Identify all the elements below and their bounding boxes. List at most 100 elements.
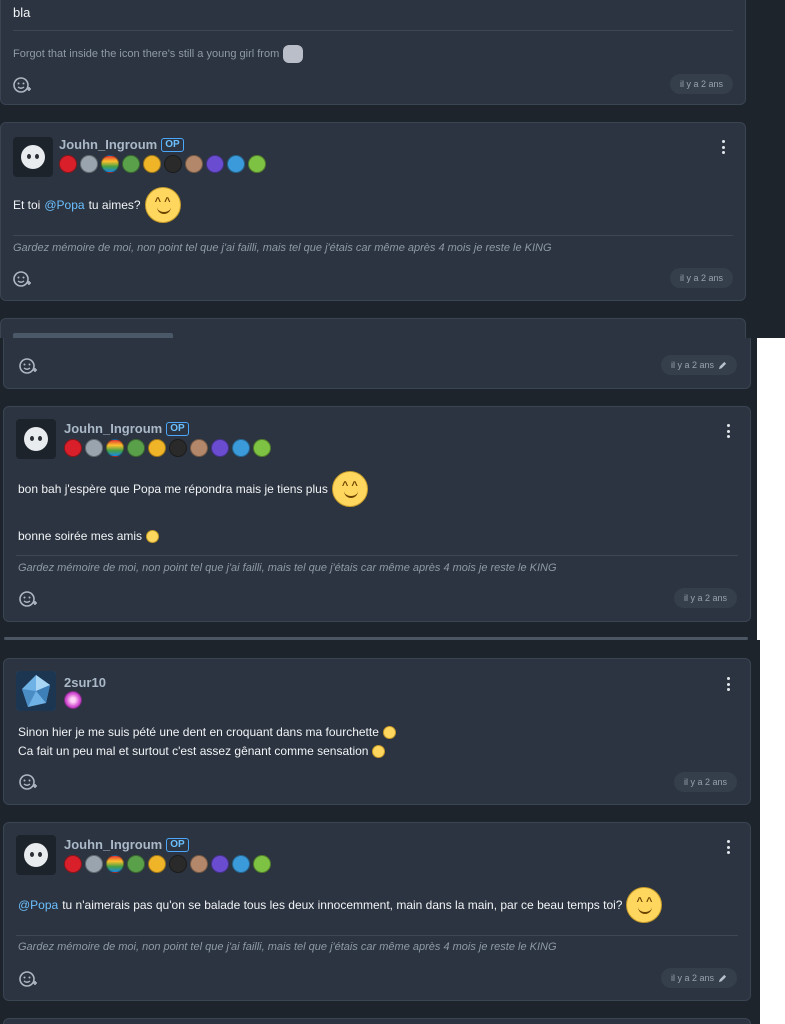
badge-icon[interactable]: [143, 155, 161, 173]
signature-text: Forgot that inside the icon there's stil…: [13, 48, 280, 60]
badge-icon[interactable]: [64, 691, 82, 709]
emoji-add-icon[interactable]: [18, 969, 38, 989]
post-text: tu aimes?: [88, 198, 141, 212]
kebab-menu-icon[interactable]: [719, 139, 727, 155]
badge-icon[interactable]: [190, 439, 208, 457]
avatar[interactable]: [16, 671, 56, 711]
date-text: il y a 2 ans: [683, 777, 727, 787]
signature-divider: [13, 235, 733, 236]
badge-icon[interactable]: [106, 855, 124, 873]
forum-post: [0, 318, 746, 338]
signature-divider: [16, 555, 738, 556]
post-text: bon bah j'espère que Popa me répondra ma…: [18, 482, 328, 496]
user-mention[interactable]: @Popa: [44, 198, 84, 212]
post-author[interactable]: 2sur10: [64, 675, 106, 690]
badge-icon[interactable]: [148, 855, 166, 873]
username: Jouhn_Ingroum: [64, 421, 163, 436]
badge-icon[interactable]: [148, 439, 166, 457]
post-text: Ca fait un peu mal et surtout c'est asse…: [18, 744, 369, 758]
avatar[interactable]: [13, 137, 53, 177]
emoji-add-icon[interactable]: [12, 75, 32, 95]
badge-icon[interactable]: [211, 855, 229, 873]
badge-icon[interactable]: [106, 439, 124, 457]
badge-icon[interactable]: [101, 155, 119, 173]
post-text: Sinon hier je me suis pété une dent en c…: [18, 725, 379, 739]
post-body: Et toi @Popa tu aimes?: [13, 187, 181, 223]
ghost-avatar-icon: [21, 145, 45, 169]
badge-icon[interactable]: [185, 155, 203, 173]
badge-icon[interactable]: [64, 439, 82, 457]
op-badge: OP: [166, 837, 189, 852]
forum-post: bla Forgot that inside the icon there's …: [0, 0, 746, 105]
date-text: il y a 2 ans: [679, 79, 723, 89]
crystal-avatar-icon: [16, 671, 56, 711]
post-body: @Popa tu n'aimerais pas qu'on se balade …: [18, 887, 663, 923]
ghost-avatar-icon: [24, 843, 48, 867]
smile-emoji-icon: [146, 529, 160, 543]
ghost-avatar-icon: [24, 427, 48, 451]
kebab-menu-icon[interactable]: [724, 839, 732, 855]
post-date: il y a 2 ans: [660, 355, 737, 375]
post-text: Et toi: [13, 198, 41, 212]
post-author[interactable]: Jouhn_Ingroum OP: [64, 421, 189, 436]
post-author[interactable]: Jouhn_Ingroum OP: [64, 837, 189, 852]
badge-list: [64, 691, 82, 709]
badge-icon[interactable]: [122, 155, 140, 173]
badge-icon[interactable]: [169, 439, 187, 457]
post-author[interactable]: Jouhn_Ingroum OP: [59, 137, 184, 152]
post-date: il y a 2 ans: [660, 968, 737, 988]
date-text: il y a 2 ans: [670, 973, 714, 983]
post-signature: Gardez mémoire de moi, non point tel que…: [18, 941, 557, 953]
badge-list: [64, 855, 271, 873]
smile-sticker-icon: [626, 887, 663, 923]
badge-icon[interactable]: [127, 855, 145, 873]
badge-icon[interactable]: [169, 855, 187, 873]
post-date: il y a 2 ans: [669, 74, 733, 94]
badge-icon[interactable]: [227, 155, 245, 173]
badge-icon[interactable]: [190, 855, 208, 873]
post-body-line: bonne soirée mes amis: [18, 529, 160, 543]
forum-post: Jouhn_Ingroum OP Et toi @Popa tu aimes? …: [0, 122, 746, 301]
scroll-separator: [4, 637, 748, 640]
forum-post: 2sur10 Sinon hier je me suis pété une de…: [3, 658, 751, 805]
badge-icon[interactable]: [59, 155, 77, 173]
post-body-line: bon bah j'espère que Popa me répondra ma…: [18, 471, 368, 507]
badge-icon[interactable]: [211, 439, 229, 457]
emoji-add-icon[interactable]: [18, 589, 38, 609]
badge-icon[interactable]: [80, 155, 98, 173]
emoji-add-icon[interactable]: [12, 269, 32, 289]
badge-icon[interactable]: [248, 155, 266, 173]
badge-list: [59, 155, 266, 173]
badge-icon[interactable]: [85, 439, 103, 457]
badge-icon[interactable]: [64, 855, 82, 873]
pencil-icon: [718, 361, 727, 369]
username: 2sur10: [64, 675, 106, 690]
post-body-line: Sinon hier je me suis pété une dent en c…: [18, 725, 396, 739]
date-text: il y a 2 ans: [683, 593, 727, 603]
forum-post-next: [3, 1018, 751, 1024]
pencil-icon: [718, 974, 727, 982]
badge-icon[interactable]: [232, 439, 250, 457]
post-text: tu n'aimerais pas qu'on se balade tous l…: [62, 898, 623, 912]
worried-emoji-icon: [372, 744, 386, 758]
signature-image: [283, 45, 304, 63]
kebab-menu-icon[interactable]: [724, 423, 732, 439]
emoji-add-icon[interactable]: [18, 356, 38, 376]
badge-icon[interactable]: [164, 155, 182, 173]
post-date: il y a 2 ans: [673, 772, 737, 792]
post-date: il y a 2 ans: [669, 268, 733, 288]
badge-icon[interactable]: [85, 855, 103, 873]
badge-icon[interactable]: [206, 155, 224, 173]
badge-icon[interactable]: [253, 439, 271, 457]
badge-icon[interactable]: [232, 855, 250, 873]
emoji-add-icon[interactable]: [18, 772, 38, 792]
badge-icon[interactable]: [253, 855, 271, 873]
badge-icon[interactable]: [127, 439, 145, 457]
badge-list: [64, 439, 271, 457]
avatar[interactable]: [16, 835, 56, 875]
date-text: il y a 2 ans: [679, 273, 723, 283]
kebab-menu-icon[interactable]: [724, 676, 732, 692]
user-mention[interactable]: @Popa: [18, 898, 58, 912]
op-badge: OP: [166, 421, 189, 436]
avatar[interactable]: [16, 419, 56, 459]
